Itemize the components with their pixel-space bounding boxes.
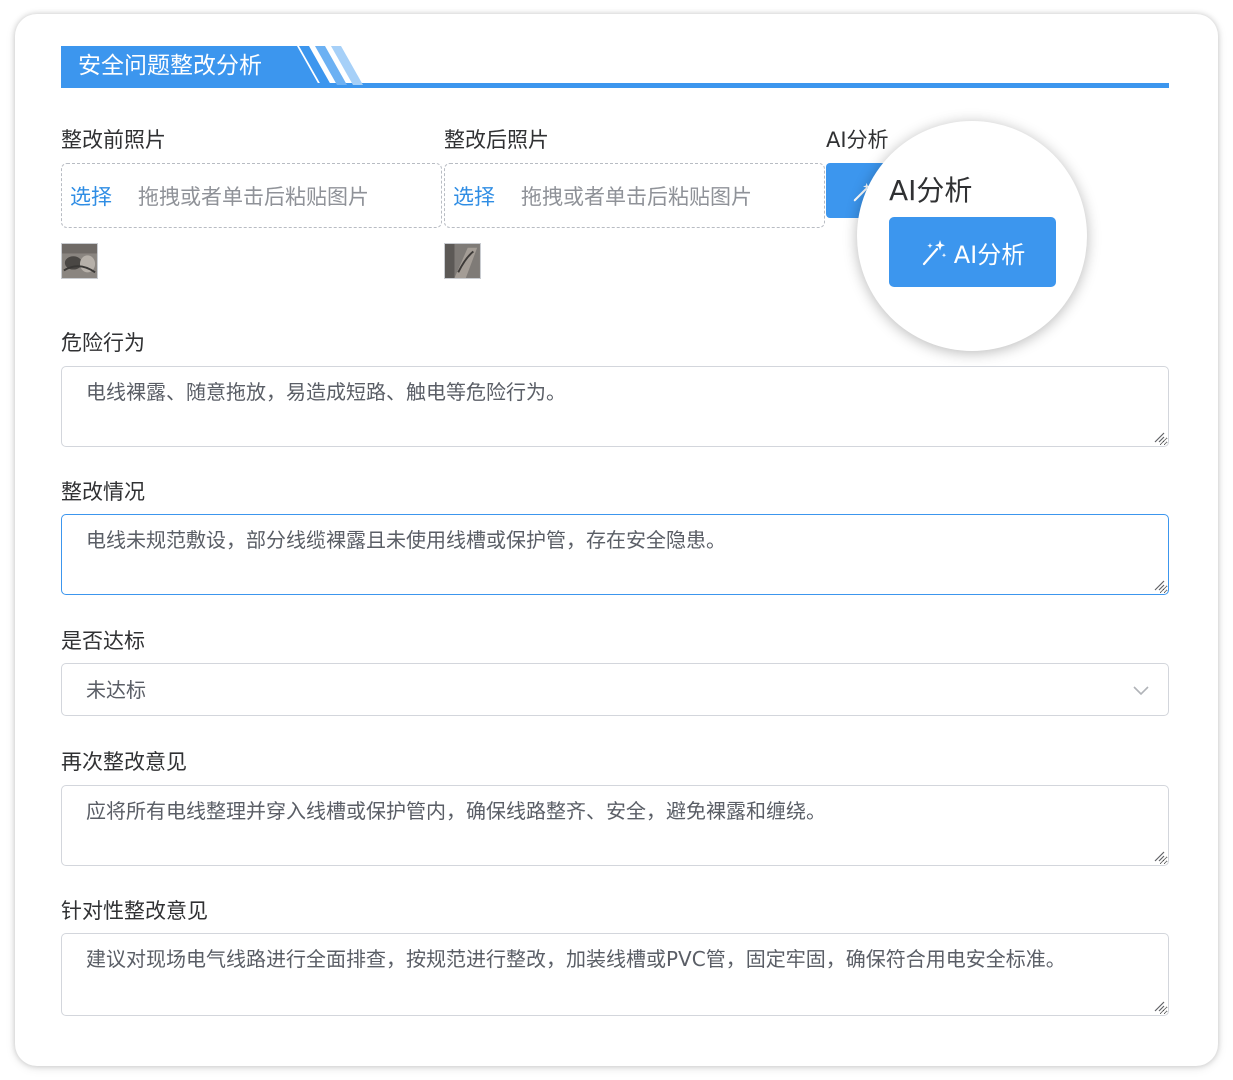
re-rectification-text: 应将所有电线整理并穿入线槽或保护管内，确保线路整齐、安全，避免裸露和缠绕。 — [86, 799, 826, 823]
form-card: 安全问题整改分析 整改前照片 整改后照片 AI分析 选择 拖拽或者单击后粘贴图片 … — [15, 14, 1218, 1066]
ai-zoom-callout: AI分析 AI分析 — [857, 121, 1087, 351]
section-title: 安全问题整改分析 — [61, 46, 297, 85]
targeted-advice-label: 针对性整改意见 — [61, 899, 208, 923]
resize-grip-icon[interactable] — [1153, 431, 1165, 443]
chevron-down-icon — [1133, 686, 1149, 696]
rectification-status-label: 整改情况 — [61, 480, 145, 504]
zoom-ai-button[interactable]: AI分析 — [889, 217, 1056, 287]
stripe-decoration — [275, 46, 363, 85]
after-photo-thumbnail[interactable] — [444, 243, 481, 279]
targeted-advice-textarea[interactable]: 建议对现场电气线路进行全面排查，按规范进行整改，加装线槽或PVC管，固定牢固，确… — [61, 933, 1169, 1016]
after-photo-label: 整改后照片 — [444, 128, 549, 152]
before-select-button[interactable]: 选择 — [70, 185, 112, 209]
re-rectification-textarea[interactable]: 应将所有电线整理并穿入线槽或保护管内，确保线路整齐、安全，避免裸露和缠绕。 — [61, 785, 1169, 866]
before-upload-hint: 拖拽或者单击后粘贴图片 — [138, 185, 369, 209]
after-select-button[interactable]: 选择 — [453, 185, 495, 209]
rectification-status-textarea[interactable]: 电线未规范敷设，部分线缆裸露且未使用线槽或保护管，存在安全隐患。 — [61, 514, 1169, 595]
before-photo-thumbnail[interactable] — [61, 243, 98, 279]
targeted-advice-text: 建议对现场电气线路进行全面排查，按规范进行整改，加装线槽或PVC管，固定牢固，确… — [86, 947, 1066, 971]
rectification-status-text: 电线未规范敷设，部分线缆裸露且未使用线槽或保护管，存在安全隐患。 — [86, 528, 726, 552]
resize-grip-icon[interactable] — [1153, 579, 1165, 591]
dangerous-behavior-textarea[interactable]: 电线裸露、随意拖放，易造成短路、触电等危险行为。 — [61, 366, 1169, 447]
dangerous-behavior-label: 危险行为 — [61, 331, 145, 355]
re-rectification-label: 再次整改意见 — [61, 750, 187, 774]
ai-analysis-label: AI分析 — [826, 128, 889, 152]
zoom-ai-label: AI分析 — [889, 174, 973, 207]
before-photo-label: 整改前照片 — [61, 128, 166, 152]
compliance-select[interactable]: 未达标 — [61, 663, 1169, 716]
compliance-value: 未达标 — [86, 678, 146, 702]
resize-grip-icon[interactable] — [1153, 1000, 1165, 1012]
section-header: 安全问题整改分析 — [61, 46, 1169, 88]
zoom-ai-button-label: AI分析 — [953, 240, 1026, 269]
magic-wand-sparkle-icon — [922, 240, 946, 266]
dangerous-behavior-text: 电线裸露、随意拖放，易造成短路、触电等危险行为。 — [86, 380, 566, 404]
before-photo-upload[interactable]: 选择 拖拽或者单击后粘贴图片 — [61, 163, 442, 228]
compliance-label: 是否达标 — [61, 629, 145, 653]
after-photo-upload[interactable]: 选择 拖拽或者单击后粘贴图片 — [444, 163, 825, 228]
resize-grip-icon[interactable] — [1153, 850, 1165, 862]
after-upload-hint: 拖拽或者单击后粘贴图片 — [521, 185, 752, 209]
